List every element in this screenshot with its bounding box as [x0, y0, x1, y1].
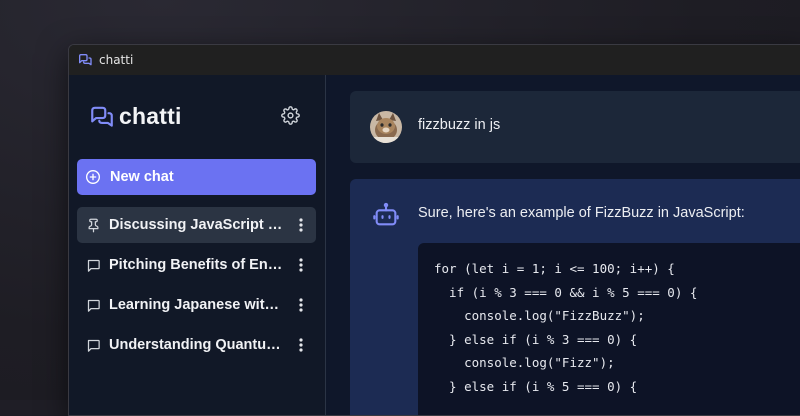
code-line: console.log("Fizz");: [434, 355, 615, 370]
code-line: console.log("FizzBuzz");: [434, 308, 645, 323]
more-vertical-icon[interactable]: [294, 296, 308, 314]
chat-item-label: Learning Japanese with AI Tutor: [109, 297, 283, 313]
chat-item[interactable]: Understanding Quantum Computing: [77, 327, 316, 363]
conversation-pane: fizzbuzz in js Sure, here's an example o…: [326, 75, 800, 415]
chat-item-label: Discussing JavaScript and Coding: [109, 217, 283, 233]
new-chat-button[interactable]: New chat: [77, 159, 316, 195]
sidebar: chatti New chat Discussing JavaScript a …: [69, 75, 326, 415]
message-icon: [85, 257, 101, 273]
chat-item[interactable]: Discussing JavaScript and Coding: [77, 207, 316, 243]
code-block[interactable]: for (let i = 1; i <= 100; i++) { if (i %…: [418, 243, 800, 415]
more-vertical-icon[interactable]: [294, 256, 308, 274]
assistant-message: Sure, here's an example of FizzBuzz in J…: [350, 179, 800, 415]
message-icon: [85, 337, 101, 353]
pin-icon: [85, 217, 101, 233]
chat-item[interactable]: Learning Japanese with AI Tutor: [77, 287, 316, 323]
brand-name: chatti: [119, 103, 182, 129]
settings-button[interactable]: [279, 106, 301, 130]
robot-icon: [372, 201, 400, 229]
gear-icon: [280, 106, 300, 130]
user-message: fizzbuzz in js: [350, 91, 800, 163]
title-bar[interactable]: chatti: [69, 45, 800, 75]
more-vertical-icon[interactable]: [294, 336, 308, 354]
code-line: } else if (i % 5 === 0) {: [434, 378, 638, 394]
chat-item[interactable]: Pitching Benefits of Energy Efficiency: [77, 247, 316, 283]
code-line: for (let i = 1; i <= 100; i++) {: [434, 261, 675, 276]
code-line: } else if (i % 3 === 0) {: [434, 331, 638, 347]
new-chat-label: New chat: [110, 169, 174, 185]
chat-item-label: Pitching Benefits of Energy Efficiency: [109, 257, 283, 273]
chat-bubbles-icon: [89, 104, 115, 130]
brand: chatti: [89, 103, 182, 130]
chat-list: Discussing JavaScript and Coding Pitchin…: [77, 207, 316, 367]
avatar: [370, 111, 402, 143]
chat-bubbles-icon: [77, 52, 93, 68]
assistant-message-text: Sure, here's an example of FizzBuzz in J…: [418, 205, 745, 221]
user-message-text: fizzbuzz in js: [418, 117, 501, 133]
more-vertical-icon[interactable]: [294, 216, 308, 234]
app-window: chatti chatti New chat Discussing JavaSc…: [68, 44, 800, 416]
message-icon: [85, 297, 101, 313]
code-line: if (i % 3 === 0 && i % 5 === 0) {: [434, 284, 698, 300]
chat-item-label: Understanding Quantum Computing: [109, 337, 283, 353]
window-title: chatti: [99, 53, 134, 67]
plus-circle-icon: [85, 169, 101, 185]
